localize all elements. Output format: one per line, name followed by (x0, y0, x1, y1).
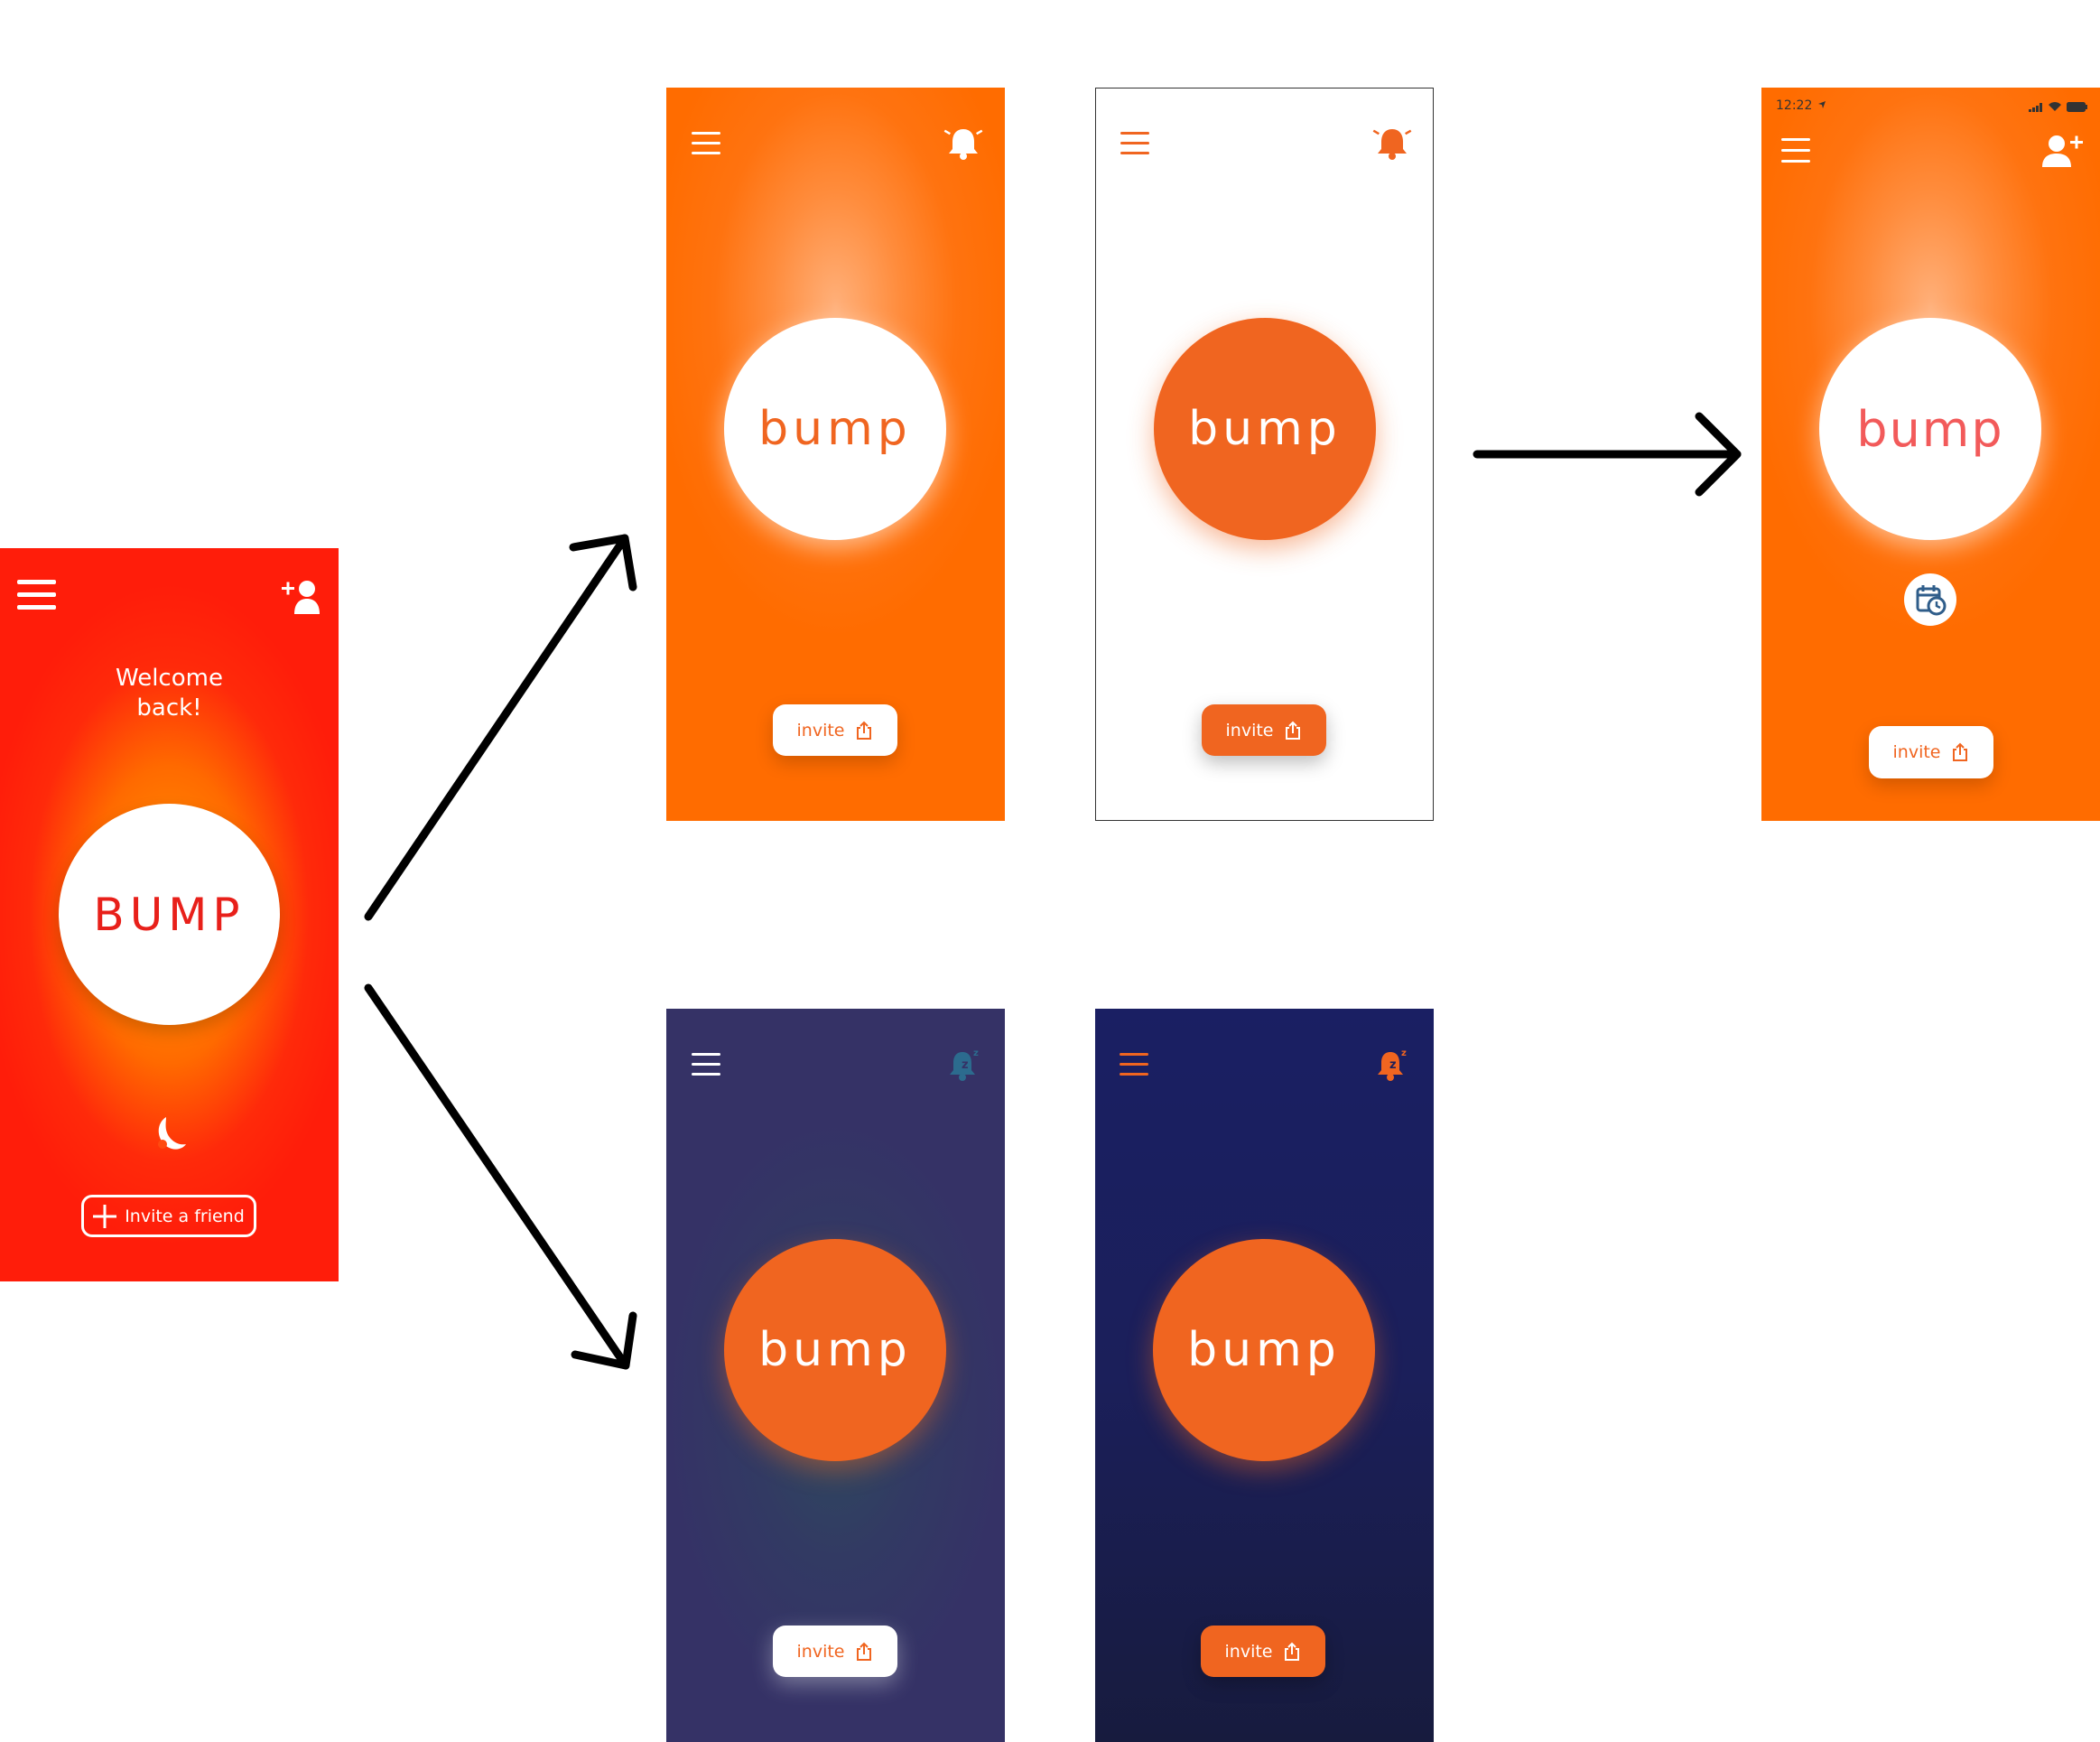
share-icon (1285, 1642, 1300, 1661)
hamburger-menu-icon[interactable] (1120, 132, 1149, 155)
moon-sleep-icon[interactable] (152, 1115, 188, 1151)
svg-text:z: z (1401, 1048, 1407, 1058)
status-time: 12:22 (1776, 98, 1813, 113)
arrow-up-right (364, 534, 637, 921)
bump-label: bump (1856, 400, 2004, 458)
bell-ringing-icon[interactable] (1372, 126, 1412, 162)
welcome-line-2: back! (136, 694, 202, 722)
bell-ringing-icon[interactable] (943, 126, 983, 162)
bump-button[interactable]: bump (1819, 318, 2041, 540)
share-icon (1286, 721, 1301, 740)
bump-label: BUMP (93, 888, 246, 941)
screen-home-welcome: Welcome back! BUMP Invite a friend (0, 548, 339, 1281)
hamburger-menu-icon[interactable] (1781, 138, 1810, 163)
invite-button[interactable]: invite (773, 1626, 897, 1677)
welcome-line-1: Welcome (116, 665, 223, 692)
bump-button[interactable]: bump (724, 1239, 946, 1461)
invite-label: invite (1224, 1641, 1273, 1662)
hamburger-menu-icon[interactable] (692, 1053, 720, 1076)
invite-label: invite (796, 720, 845, 741)
arrow-down-right (364, 983, 637, 1370)
bell-snooze-icon[interactable]: z z (946, 1047, 982, 1083)
bump-button[interactable]: bump (1153, 1239, 1375, 1461)
location-arrow-icon (1818, 101, 1826, 108)
calendar-clock-icon (1916, 585, 1947, 616)
bell-snooze-icon[interactable]: z z (1374, 1047, 1410, 1083)
share-icon (1953, 742, 1968, 761)
add-user-icon[interactable] (2040, 133, 2086, 169)
invite-friend-button[interactable]: Invite a friend (81, 1195, 256, 1237)
invite-button[interactable]: invite (1869, 726, 1993, 778)
welcome-heading: Welcome back! (0, 664, 339, 723)
share-icon (857, 721, 872, 740)
hamburger-menu-icon[interactable] (17, 580, 56, 610)
hamburger-menu-icon[interactable] (1120, 1053, 1148, 1076)
bump-button[interactable]: bump (1154, 318, 1376, 540)
signal-icon (2029, 103, 2042, 112)
svg-text:z: z (973, 1048, 979, 1058)
screen-navy-night: z z bump invite (1095, 1009, 1434, 1742)
arrow-right (1473, 412, 1742, 497)
screen-purple-night: z z bump invite (666, 1009, 1005, 1742)
invite-friend-label: Invite a friend (125, 1206, 245, 1226)
battery-icon (2067, 102, 2087, 112)
screen-white-bump: bump invite (1095, 88, 1434, 821)
screen-orange-bump: bump invite (666, 88, 1005, 821)
status-bar: 12:22 (1761, 97, 2100, 116)
invite-label: invite (1892, 742, 1941, 762)
svg-text:z: z (962, 1058, 969, 1072)
svg-text:z: z (1389, 1058, 1397, 1072)
bump-label: bump (1187, 1323, 1341, 1377)
plus-icon (93, 1204, 117, 1228)
schedule-button[interactable] (1904, 573, 1956, 626)
invite-label: invite (796, 1641, 845, 1662)
wifi-icon (2049, 102, 2061, 111)
bump-label: bump (758, 1323, 912, 1377)
bump-label: bump (1188, 402, 1342, 456)
bump-label: bump (758, 402, 912, 456)
invite-label: invite (1225, 720, 1274, 741)
screen-orange-bump-status: 12:22 bump invite (1761, 88, 2100, 821)
add-user-icon[interactable] (282, 580, 323, 614)
share-icon (857, 1642, 872, 1661)
bump-button[interactable]: BUMP (59, 804, 280, 1025)
invite-button[interactable]: invite (773, 704, 897, 756)
invite-button[interactable]: invite (1201, 1626, 1325, 1677)
hamburger-menu-icon[interactable] (692, 132, 720, 155)
bump-button[interactable]: bump (724, 318, 946, 540)
invite-button[interactable]: invite (1202, 704, 1326, 756)
